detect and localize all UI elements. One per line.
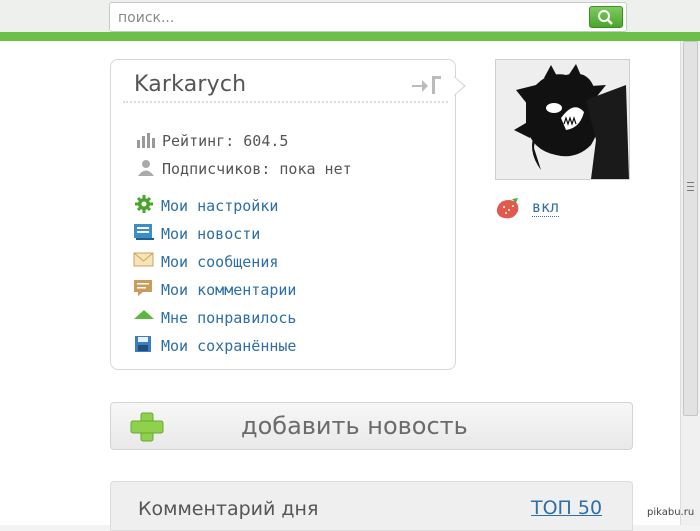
switch-user-icon[interactable] [410, 73, 442, 97]
bar-chart-icon [137, 133, 155, 148]
search-icon [598, 10, 613, 25]
menu-item-label: Мои сообщения [161, 253, 279, 271]
menu-item-label: Мне понравилось [161, 309, 297, 327]
news-icon [134, 224, 154, 240]
subscribers-label: Подписчиков: пока нет [162, 160, 352, 178]
rating-stat: Рейтинг: 604.5 [136, 131, 288, 150]
menu-item-saved[interactable]: Мои сохранённые [133, 335, 296, 355]
watermark: pikabu.ru [647, 507, 695, 518]
scrollbar-thumb[interactable] [683, 41, 698, 416]
add-news-label: добавить новость [241, 412, 468, 440]
scrollbar[interactable] [680, 41, 700, 525]
plus-icon [130, 412, 164, 442]
search-input[interactable] [116, 6, 590, 30]
menu-item-label: Мои комментарии [161, 281, 297, 299]
upvote-icon [134, 310, 154, 319]
strawberry-toggle-link[interactable]: вкл [532, 198, 560, 217]
header-accent-line [0, 32, 700, 41]
save-icon [135, 336, 151, 352]
menu-item-messages[interactable]: Мои сообщения [133, 251, 278, 271]
menu-item-label: Мои сохранённые [161, 337, 297, 355]
username: Karkarych [134, 72, 247, 97]
avatar-image [496, 60, 629, 179]
username-divider [123, 101, 448, 103]
menu-item-comments[interactable]: Мои комментарии [133, 279, 296, 299]
subscribers-stat: Подписчиков: пока нет [136, 159, 352, 178]
comment-of-day-title: Комментарий дня [138, 498, 319, 520]
add-news-button[interactable]: добавить новость [110, 402, 633, 450]
menu-item-settings[interactable]: Мои настройки [133, 195, 278, 215]
search-button[interactable] [589, 6, 623, 28]
comment-of-day-header: Комментарий дня ТОП 50 [110, 481, 633, 531]
scrollbar-grip-icon [687, 182, 694, 192]
top50-link[interactable]: ТОП 50 [531, 497, 602, 519]
avatar[interactable] [495, 59, 630, 180]
menu-item-label: Мои настройки [161, 197, 279, 215]
menu-item-label: Мои новости [161, 225, 261, 243]
gear-icon [135, 195, 153, 213]
menu-item-liked[interactable]: Мне понравилось [133, 307, 296, 327]
comment-icon [134, 280, 152, 296]
rating-label: Рейтинг: 604.5 [162, 132, 289, 150]
strawberry-icon[interactable] [494, 197, 522, 221]
menu-item-news[interactable]: Мои новости [133, 223, 260, 243]
card-pointer-inner [454, 77, 464, 95]
user-icon [138, 160, 154, 176]
search-box [109, 2, 627, 32]
envelope-icon [133, 252, 154, 267]
